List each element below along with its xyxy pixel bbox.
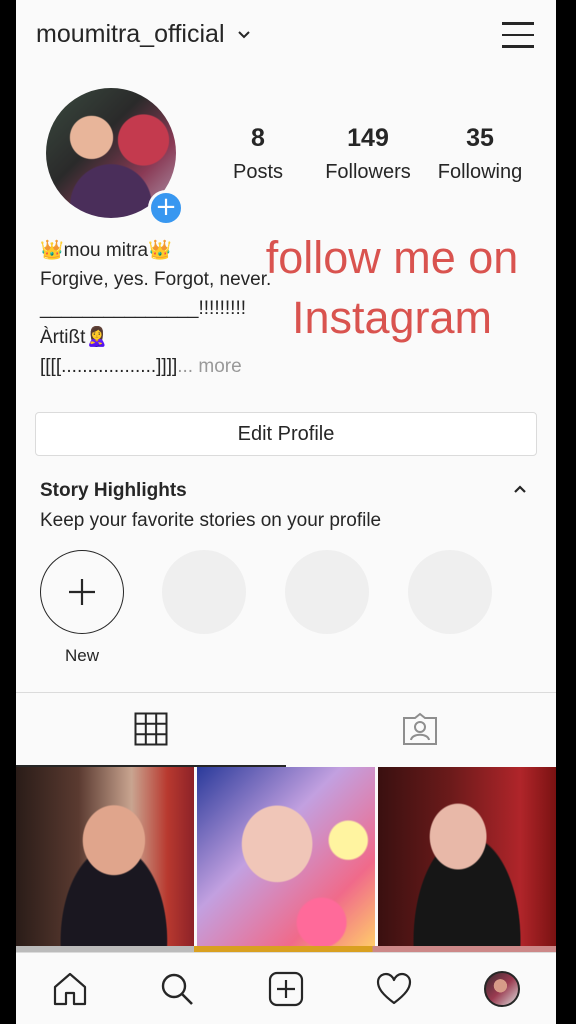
highlights-title: Story Highlights — [40, 480, 187, 501]
following-label: Following — [437, 161, 523, 183]
heart-icon[interactable] — [376, 971, 412, 1007]
posts-count: 8 — [251, 124, 265, 152]
new-highlight-button[interactable] — [40, 550, 124, 634]
top-bar: moumitra_official — [16, 0, 556, 72]
following-stat[interactable]: 35 Following — [428, 124, 532, 184]
profile-tabs — [16, 692, 556, 767]
overlay-line: Instagram — [291, 292, 493, 343]
posts-stat[interactable]: 8 Posts — [216, 124, 300, 184]
edit-profile-button[interactable]: Edit Profile — [35, 412, 537, 456]
home-icon[interactable] — [52, 971, 88, 1007]
followers-label: Followers — [325, 161, 411, 183]
tab-tagged[interactable] — [286, 693, 556, 765]
followers-count: 149 — [347, 124, 389, 152]
bio-line-last: [[[[..................]]]]... more — [40, 352, 360, 381]
chevron-down-icon — [237, 30, 250, 38]
hamburger-icon[interactable] — [502, 22, 534, 50]
new-highlight-label: New — [64, 646, 99, 665]
profile-screen: moumitra_official + 8 Posts 149 Follower… — [16, 0, 556, 1024]
plus-icon — [69, 579, 95, 605]
posts-label: Posts — [232, 161, 284, 183]
search-icon[interactable] — [159, 971, 195, 1007]
grid-icon — [134, 712, 168, 746]
bottom-nav — [16, 952, 556, 1024]
add-story-icon[interactable]: + — [148, 190, 184, 226]
add-post-icon[interactable] — [268, 971, 304, 1007]
bio-more-link[interactable]: ... more — [177, 356, 241, 377]
highlight-placeholder — [285, 550, 369, 634]
tagged-icon — [403, 712, 437, 745]
followers-stat[interactable]: 149 Followers — [318, 124, 418, 184]
post-thumbnail[interactable] — [378, 767, 556, 950]
post-thumbnail[interactable] — [197, 767, 375, 950]
tab-grid[interactable] — [16, 693, 286, 767]
overlay-caption: follow me on Instagram — [232, 228, 552, 348]
bio-line: [[[[..................]]]] — [40, 356, 178, 377]
profile-tab-avatar[interactable] — [484, 971, 520, 1007]
highlights-subtitle: Keep your favorite stories on your profi… — [40, 510, 382, 531]
account-switcher[interactable]: moumitra_official — [36, 20, 251, 49]
username-label: moumitra_official — [36, 20, 225, 48]
overlay-line: follow me on — [265, 232, 519, 283]
chevron-up-icon[interactable] — [512, 482, 528, 496]
following-count: 35 — [466, 124, 494, 152]
highlight-placeholder — [162, 550, 246, 634]
post-thumbnail[interactable] — [16, 767, 194, 950]
highlight-placeholder — [408, 550, 492, 634]
profile-avatar[interactable]: + — [46, 88, 184, 226]
